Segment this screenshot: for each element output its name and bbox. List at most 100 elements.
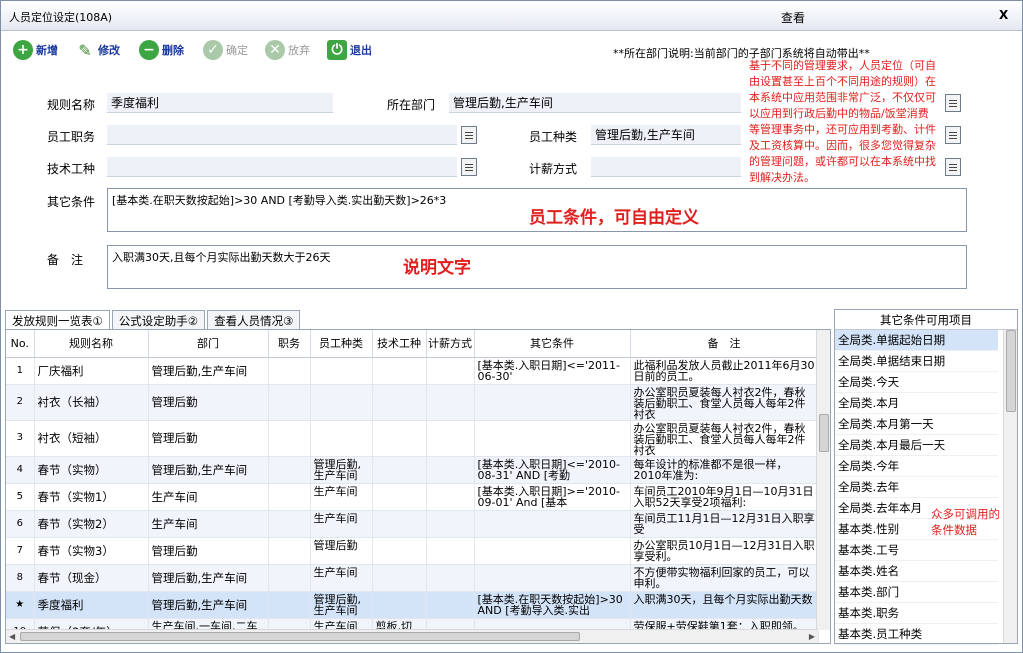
side-list-item[interactable]: 基本类.部门 xyxy=(835,582,998,603)
cell-tech xyxy=(372,483,427,511)
cell-pay xyxy=(426,420,475,457)
side-list-item[interactable]: 全局类.今天 xyxy=(835,372,998,393)
cond-hint: 员工条件，可自由定义 xyxy=(529,208,699,228)
job-label: 员工职务 xyxy=(47,130,96,144)
cell-pay xyxy=(426,384,475,421)
window-title: 人员定位设定(108A) xyxy=(9,11,113,24)
cell-no: 5 xyxy=(6,483,35,511)
pencil-icon: ✎ xyxy=(78,40,92,60)
side-list-item[interactable]: 全局类.单据起始日期 xyxy=(835,330,998,351)
table-row[interactable]: 8 春节（现金） 管理后勤,生产车间 生产车间 不方便带实物福利回家的员工，可以申利。 xyxy=(6,564,819,592)
tab-view-staff[interactable]: 查看人员情况③ xyxy=(207,310,301,329)
table-row[interactable]: ★ 季度福利 管理后勤,生产车间 管理后勤,生产车间 [基本类.在职天数按起始]>30 … xyxy=(6,591,819,619)
col-dept[interactable]: 部门 xyxy=(148,330,269,358)
cond-label: 其它条件 xyxy=(47,195,96,209)
confirm-button[interactable]: ✓ 确定 xyxy=(203,39,248,61)
cell-tech xyxy=(372,384,427,421)
cell-remark: 每年设计的标准都不是很一样，2010年准为: xyxy=(630,456,819,484)
cell-tech xyxy=(372,591,427,619)
side-title: 其它条件可用项目 xyxy=(835,310,1017,330)
col-pay[interactable]: 计薪方式 xyxy=(426,330,475,358)
tab-formula-helper[interactable]: 公式设定助手② xyxy=(111,310,206,329)
exit-button[interactable]: ⏻ 退出 xyxy=(327,39,372,61)
col-type[interactable]: 员工种类 xyxy=(310,330,373,358)
grid-vertical-scrollbar[interactable] xyxy=(816,330,830,630)
type-picker-icon[interactable] xyxy=(945,126,961,144)
job-picker-icon[interactable] xyxy=(461,126,477,144)
col-cond[interactable]: 其它条件 xyxy=(474,330,631,358)
side-list-item[interactable]: 基本类.职务 xyxy=(835,603,998,624)
cell-tech xyxy=(372,510,427,538)
cell-dept: 管理后勤 xyxy=(148,420,269,457)
abandon-button[interactable]: ✕ 放弃 xyxy=(265,39,310,61)
tech-picker-icon[interactable] xyxy=(461,158,477,176)
side-list-item[interactable]: 基本类.工号 xyxy=(835,540,998,561)
tech-label: 技术工种 xyxy=(47,162,96,176)
cell-cond xyxy=(474,564,631,592)
side-list-item[interactable]: 基本类.员工种类 xyxy=(835,624,998,645)
col-remark[interactable]: 备 注 xyxy=(630,330,819,358)
cell-dept: 管理后勤,生产车间 xyxy=(148,564,269,592)
pay-picker-icon[interactable] xyxy=(945,158,961,176)
col-tech[interactable]: 技术工种 xyxy=(372,330,427,358)
type-field[interactable]: 管理后勤,生产车间 xyxy=(591,125,741,145)
side-list-item[interactable]: 全局类.单据结束日期 xyxy=(835,351,998,372)
cell-job xyxy=(268,564,311,592)
tech-field[interactable] xyxy=(107,157,457,177)
table-row[interactable]: 1 厂庆福利 管理后勤,生产车间 [基本类.入职日期]<='2011-06-30' 此福… xyxy=(6,357,819,385)
add-button[interactable]: + 新增 xyxy=(13,39,58,61)
cell-name: 衬衣（长袖） xyxy=(34,384,149,421)
side-list-item[interactable]: 全局类.本月第一天 xyxy=(835,414,998,435)
remark-hint: 说明文字 xyxy=(403,258,471,278)
side-list-item[interactable]: 全局类.今年 xyxy=(835,456,998,477)
cell-no: 6 xyxy=(6,510,35,538)
cell-cond: [基本类.入职日期]>='2010-09-01' And [基本 xyxy=(474,483,631,511)
abandon-label: 放弃 xyxy=(288,44,310,57)
cell-type xyxy=(310,384,373,421)
cell-name: 衬衣（短袖） xyxy=(34,420,149,457)
mode-label: 查看 xyxy=(781,11,806,25)
type-label: 员工种类 xyxy=(529,130,578,144)
table-row[interactable]: 6 春节（实物2） 生产车间 生产车间 车间员工11月1日—12月31日入职享受 xyxy=(6,510,819,538)
cell-job xyxy=(268,510,311,538)
side-list-item[interactable]: 全局类.本月最后一天 xyxy=(835,435,998,456)
table-row[interactable]: 7 春节（实物3） 管理后勤 管理后勤 办公室职员10月1日—12月31日入职享受利。 xyxy=(6,537,819,565)
remark-field[interactable]: 入职满30天,且每个月实际出勤天数大于26天 xyxy=(107,245,967,289)
table-row[interactable]: 2 衬衣（长袖） 管理后勤 办公室职员夏装每人衬衣2件，春秋装后勤职工、食堂人员每人每… xyxy=(6,384,819,421)
cell-no: 4 xyxy=(6,456,35,484)
cell-pay xyxy=(426,537,475,565)
col-no[interactable]: No. xyxy=(6,330,35,358)
cell-remark: 车间员工11月1日—12月31日入职享受 xyxy=(630,510,819,538)
grid-horizontal-scrollbar[interactable]: ◀ ▶ xyxy=(6,629,818,643)
delete-button[interactable]: − 删除 xyxy=(139,39,184,61)
cell-dept: 管理后勤 xyxy=(148,537,269,565)
side-scrollbar[interactable] xyxy=(1003,330,1017,643)
table-row[interactable]: 4 春节（实物） 管理后勤,生产车间 管理后勤,生产车间 [基本类.入职日期]<='20… xyxy=(6,456,819,484)
table-row[interactable]: 3 衬衣（短袖） 管理后勤 办公室职员夏装每人衬衣2件，春秋装后勤职工、食堂人员每人每… xyxy=(6,420,819,457)
cell-cond: [基本类.入职日期]<='2011-06-30' xyxy=(474,357,631,385)
pay-field[interactable] xyxy=(591,157,741,177)
edit-button[interactable]: ✎ 修改 xyxy=(75,39,120,61)
dept-picker-icon[interactable] xyxy=(945,94,961,112)
cell-type: 管理后勤 xyxy=(310,537,373,565)
cell-remark: 办公室职员夏装每人衬衣2件，春秋装后勤职工、食堂人员每人每年2件衬衣 xyxy=(630,384,819,421)
cell-dept: 管理后勤,生产车间 xyxy=(148,456,269,484)
dept-field[interactable]: 管理后勤,生产车间 xyxy=(449,93,741,113)
close-button[interactable]: X xyxy=(999,8,1008,22)
tab-rules-list[interactable]: 发放规则一览表① xyxy=(5,310,110,329)
job-field[interactable] xyxy=(107,125,457,145)
side-list-item[interactable]: 全局类.去年 xyxy=(835,477,998,498)
cell-pay xyxy=(426,591,475,619)
add-label: 新增 xyxy=(36,44,58,57)
cell-job xyxy=(268,591,311,619)
side-list-item[interactable]: 全局类.本月 xyxy=(835,393,998,414)
main-window: 人员定位设定(108A) 查看 X + 新增 ✎ 修改 − 删除 ✓ 确定 ✕ … xyxy=(0,0,1023,653)
rule-name-field[interactable]: 季度福利 xyxy=(107,93,333,113)
cell-type xyxy=(310,357,373,385)
cell-job xyxy=(268,384,311,421)
col-job[interactable]: 职务 xyxy=(268,330,311,358)
col-rule-name[interactable]: 规则名称 xyxy=(34,330,149,358)
side-list-item[interactable]: 基本类.姓名 xyxy=(835,561,998,582)
table-row[interactable]: 5 春节（实物1） 生产车间 生产车间 [基本类.入职日期]>='2010-09-01'… xyxy=(6,483,819,511)
cell-name: 春节（实物3） xyxy=(34,537,149,565)
